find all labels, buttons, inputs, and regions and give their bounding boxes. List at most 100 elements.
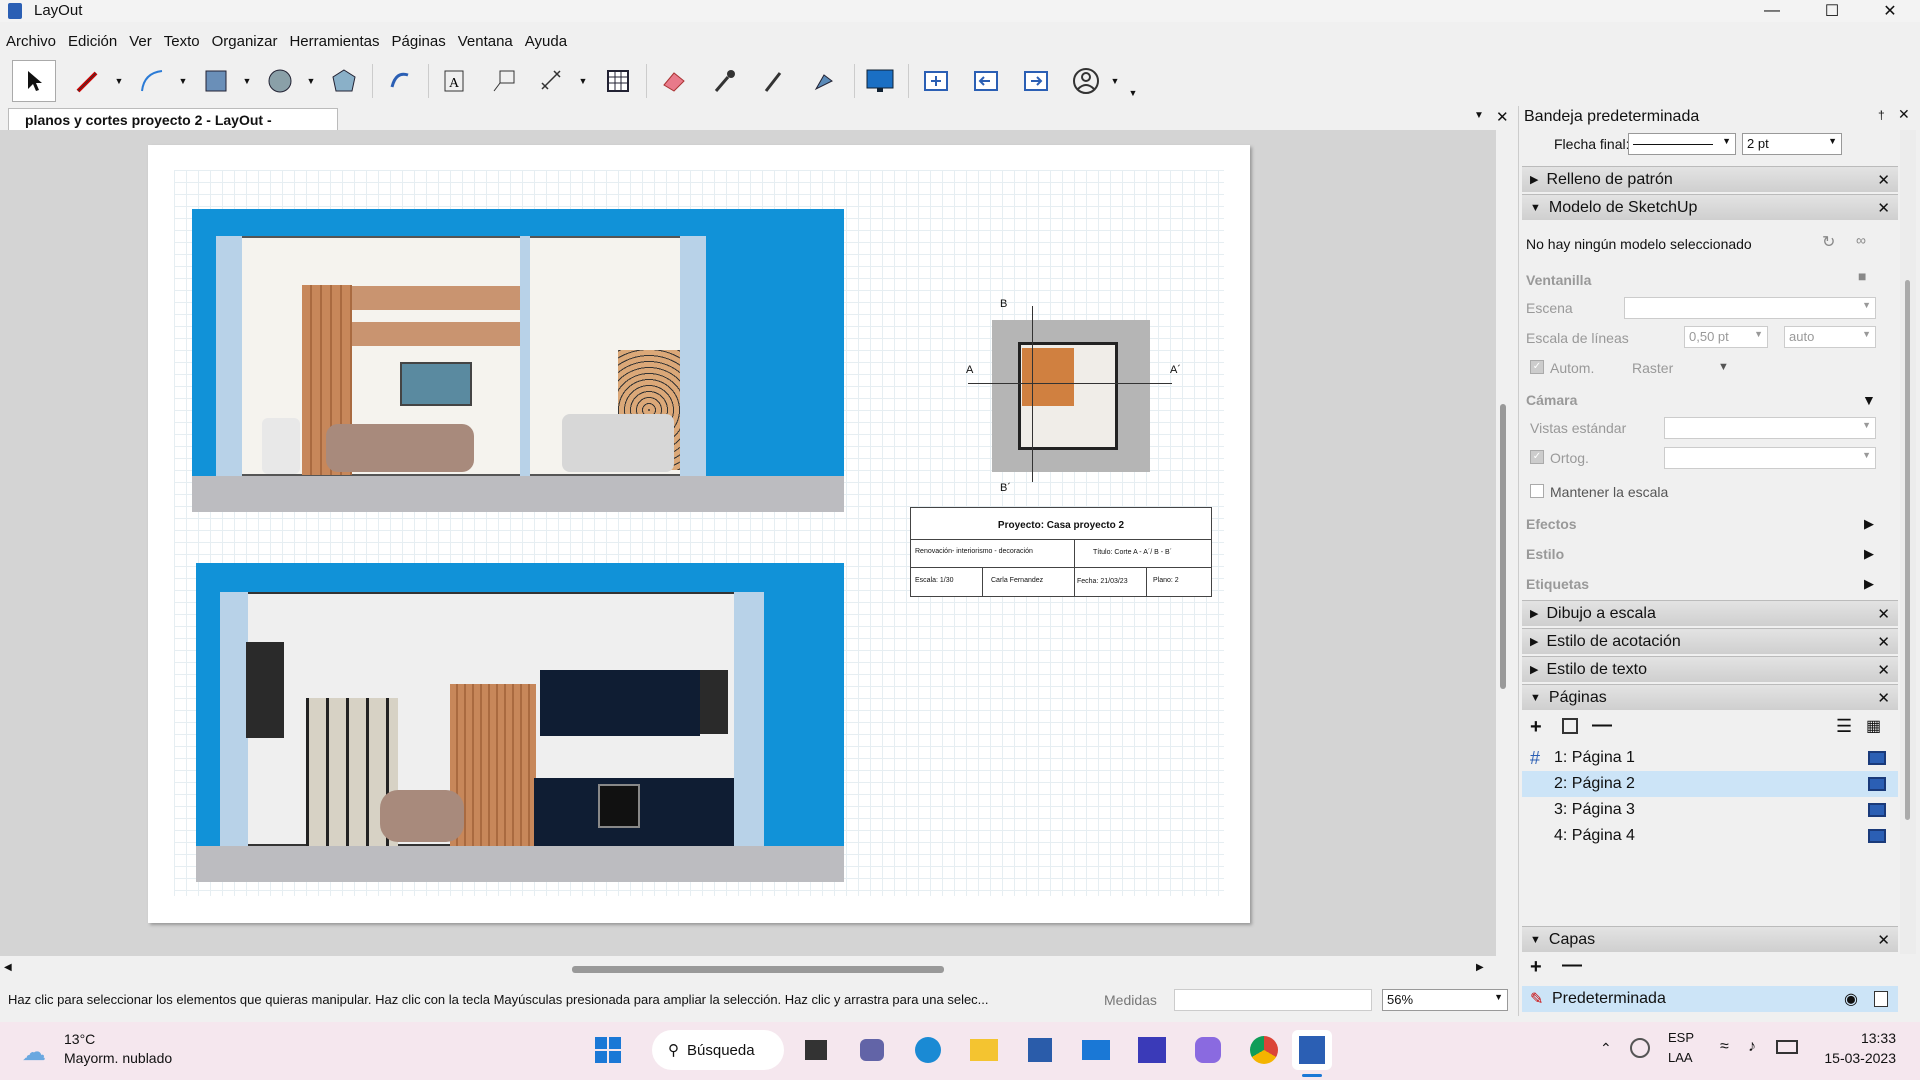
menu-ventana[interactable]: Ventana — [458, 33, 513, 50]
duplicate-page-icon[interactable] — [1562, 718, 1578, 734]
clock-time[interactable]: 13:33 — [1826, 1030, 1896, 1046]
close-section-icon[interactable]: ✕ — [1877, 931, 1890, 949]
file-explorer-button[interactable] — [964, 1030, 1004, 1070]
arrow-size-select[interactable]: 2 pt ▼ — [1742, 133, 1842, 155]
weather-cloud-icon[interactable]: ☁ — [22, 1038, 46, 1067]
section-dibujo-header[interactable]: ▶ Dibujo a escala ✕ — [1522, 600, 1898, 626]
close-tray-button[interactable]: ✕ — [1898, 106, 1910, 123]
language-secondary[interactable]: LAA — [1668, 1050, 1693, 1065]
monitor-icon[interactable] — [1868, 803, 1886, 817]
app-button[interactable] — [1132, 1030, 1172, 1070]
text-tool-button[interactable]: A — [432, 60, 476, 102]
table-tool-button[interactable] — [596, 60, 640, 102]
scroll-left-arrow[interactable]: ◀ — [4, 962, 12, 973]
scroll-right-arrow[interactable]: ▶ — [1476, 962, 1484, 973]
horizontal-scroll-thumb[interactable] — [572, 966, 944, 973]
efectos-expand-icon[interactable]: ▶ — [1864, 516, 1874, 532]
etiquetas-label[interactable]: Etiquetas — [1526, 576, 1589, 592]
dimension-tool-dropdown[interactable]: ▼ — [578, 76, 588, 86]
presentation-button[interactable] — [858, 60, 902, 102]
style-picker-button[interactable] — [702, 60, 746, 102]
lock-icon[interactable]: ■ — [1858, 268, 1866, 284]
close-section-icon[interactable]: ✕ — [1877, 661, 1890, 679]
remove-layer-icon[interactable]: — — [1562, 954, 1582, 977]
copilot-button[interactable] — [1188, 1030, 1228, 1070]
section-relleno-header[interactable]: ▶ Relleno de patrón ✕ — [1522, 166, 1898, 192]
render-mode-dropdown-icon[interactable]: ▼ — [1718, 361, 1729, 373]
language-primary[interactable]: ESP — [1668, 1030, 1694, 1045]
polygon-tool-button[interactable] — [322, 60, 366, 102]
estilo-label[interactable]: Estilo — [1526, 546, 1564, 562]
document-tab[interactable]: planos y cortes proyecto 2 - LayOut - Pá… — [8, 108, 338, 144]
section-paginas-header[interactable]: ▼ Páginas ✕ — [1522, 684, 1898, 710]
layer-row[interactable]: ✎ Predeterminada ◉ — [1522, 986, 1898, 1012]
panel-scrollbar[interactable] — [1900, 130, 1916, 954]
close-section-icon[interactable]: ✕ — [1877, 199, 1890, 217]
page-row[interactable]: #1: Página 1 — [1522, 745, 1898, 771]
toolbar-overflow[interactable]: ▼ — [1128, 88, 1138, 98]
task-view-button[interactable] — [796, 1030, 836, 1070]
minimize-button[interactable]: — — [1742, 0, 1802, 22]
menu-texto[interactable]: Texto — [164, 33, 200, 50]
close-section-icon[interactable]: ✕ — [1877, 689, 1890, 707]
line-scale-auto-select[interactable]: auto ▼ — [1784, 326, 1876, 348]
zoom-select[interactable]: 56% ▼ — [1382, 989, 1508, 1011]
previous-page-button[interactable] — [964, 60, 1008, 102]
section-acotacion-header[interactable]: ▶ Estilo de acotación ✕ — [1522, 628, 1898, 654]
circle-tool-button[interactable] — [258, 60, 302, 102]
circle-tool-dropdown[interactable]: ▼ — [306, 76, 316, 86]
link-icon[interactable]: ∞ — [1856, 232, 1866, 248]
chevron-up-icon[interactable]: ⌃ — [1600, 1040, 1612, 1057]
wifi-icon[interactable]: ≈ — [1720, 1038, 1729, 1056]
speaker-icon[interactable]: ♪ — [1748, 1038, 1756, 1056]
close-section-icon[interactable]: ✕ — [1877, 633, 1890, 651]
join-tool-button[interactable] — [802, 60, 846, 102]
eraser-tool-button[interactable] — [652, 60, 696, 102]
mail-button[interactable] — [1076, 1030, 1116, 1070]
taskbar-search[interactable]: ⚲ Búsqueda — [652, 1030, 784, 1070]
menu-edicion[interactable]: Edición — [68, 33, 117, 50]
page-row[interactable]: 4: Página 4 — [1522, 823, 1898, 849]
add-page-icon[interactable]: + — [1530, 716, 1542, 739]
close-window-button[interactable]: ✕ — [1860, 0, 1920, 22]
menu-herramientas[interactable]: Herramientas — [289, 33, 379, 50]
menu-archivo[interactable]: Archivo — [6, 33, 56, 50]
menu-organizar[interactable]: Organizar — [212, 33, 278, 50]
arrow-style-select[interactable]: ▼ — [1628, 133, 1736, 155]
battery-icon[interactable] — [1776, 1040, 1798, 1054]
add-page-button[interactable] — [914, 60, 958, 102]
estilo-expand-icon[interactable]: ▶ — [1864, 546, 1874, 562]
menu-paginas[interactable]: Páginas — [392, 33, 446, 50]
page-row-selected[interactable]: 2: Página 2 — [1522, 771, 1898, 797]
vertical-scrollbar[interactable] — [1496, 130, 1514, 956]
line-tool-dropdown[interactable]: ▼ — [114, 76, 124, 86]
add-layer-icon[interactable]: + — [1530, 956, 1542, 979]
pin-icon[interactable]: † — [1878, 108, 1885, 122]
section-modelo-header[interactable]: ▼ Modelo de SketchUp ✕ — [1522, 194, 1898, 220]
close-section-icon[interactable]: ✕ — [1877, 171, 1890, 189]
start-button[interactable] — [588, 1030, 628, 1070]
maximize-button[interactable]: ☐ — [1802, 0, 1862, 22]
lock-layer-icon[interactable] — [1874, 991, 1888, 1007]
select-tool-button[interactable] — [12, 60, 56, 102]
menu-ayuda[interactable]: Ayuda — [525, 33, 567, 50]
offset-tool-button[interactable] — [378, 60, 422, 102]
rectangle-tool-dropdown[interactable]: ▼ — [242, 76, 252, 86]
eye-icon[interactable]: ◉ — [1844, 989, 1858, 1009]
arc-tool-dropdown[interactable]: ▼ — [178, 76, 188, 86]
scene-select[interactable]: ▼ — [1624, 297, 1876, 319]
render-mode-select[interactable]: Raster — [1632, 360, 1673, 376]
vertical-scroll-thumb[interactable] — [1500, 404, 1506, 689]
camara-collapse-icon[interactable]: ▼ — [1862, 392, 1876, 408]
menu-ver[interactable]: Ver — [129, 33, 152, 50]
remove-page-icon[interactable]: — — [1592, 714, 1612, 737]
line-scale-select[interactable]: 0,50 pt ▼ — [1684, 326, 1768, 348]
autom-checkbox[interactable]: ✓ — [1530, 360, 1544, 374]
layout-taskbar-button[interactable] — [1292, 1030, 1332, 1070]
list-view-icon[interactable]: ☰ — [1836, 716, 1852, 737]
monitor-icon[interactable] — [1868, 777, 1886, 791]
etiquetas-expand-icon[interactable]: ▶ — [1864, 576, 1874, 592]
monitor-icon[interactable] — [1868, 751, 1886, 765]
close-section-icon[interactable]: ✕ — [1877, 605, 1890, 623]
page-row[interactable]: 3: Página 3 — [1522, 797, 1898, 823]
